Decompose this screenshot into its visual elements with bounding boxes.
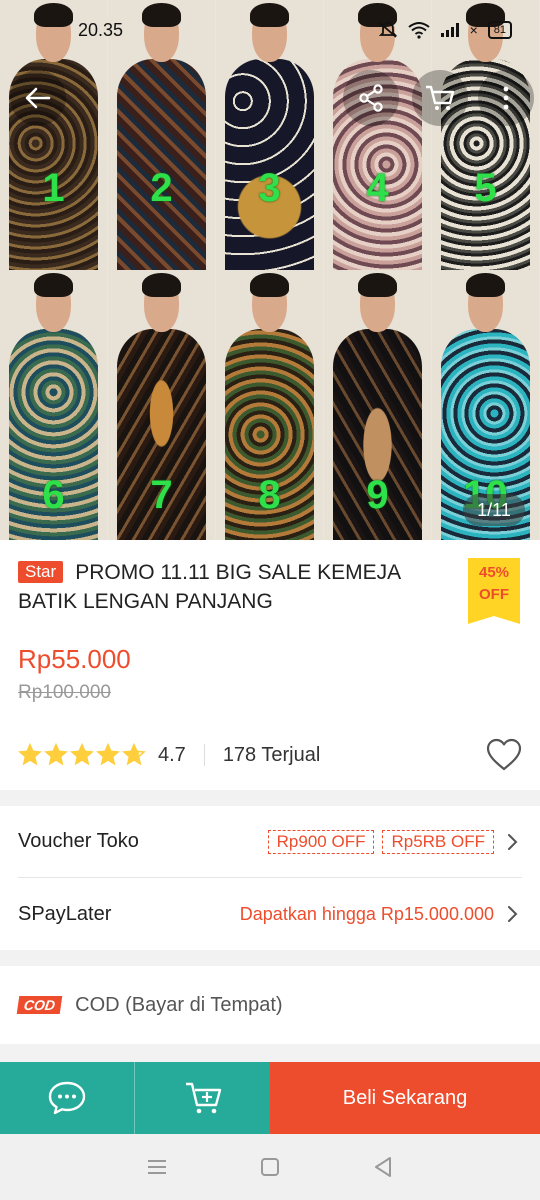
more-vertical-icon [503,86,509,110]
rating-value: 4.7 [158,743,186,766]
more-button[interactable] [478,70,534,126]
shirt-number: 5 [474,165,497,210]
spaylater-text: Dapatkan hingga Rp15.000.000 [239,903,494,924]
shirt-number: 6 [42,473,65,518]
battery-icon: 81 [487,21,512,39]
voucher-toko-row[interactable]: Voucher Toko Rp900 OFF Rp5RB OFF [18,806,522,878]
shirt-tile: 8 [216,270,324,540]
voucher-tag: Rp5RB OFF [382,829,494,854]
rating-stars [18,743,146,767]
favorite-button[interactable] [486,738,522,772]
status-time: 20.35 [78,19,124,40]
cart-button[interactable] [412,70,468,126]
shirt-tile: 6 [0,270,108,540]
back-button[interactable] [10,70,66,126]
voucher-tags: Rp900 OFF Rp5RB OFF [267,829,522,854]
top-nav [0,70,540,126]
discount-percent: 45% [478,564,510,581]
star-icon [96,743,120,766]
voucher-tag: Rp900 OFF [267,829,375,854]
product-title-row: Star PROMO 11.11 BIG SALE KEMEJA BATIK LE… [18,558,448,616]
spaylater-info: Dapatkan hingga Rp15.000.000 [240,904,522,925]
product-info: Star PROMO 11.11 BIG SALE KEMEJA BATIK LE… [0,540,540,790]
divider [203,744,205,766]
no-sim-icon: × [469,22,478,38]
action-bar: Beli Sekarang [0,1062,540,1134]
chevron-right-icon [508,833,518,850]
add-to-cart-icon [185,1082,221,1114]
status-bar: 20.35 × 81 [0,0,540,60]
shirt-number: 4 [366,165,389,210]
back-triangle-icon[interactable] [371,1155,395,1179]
cod-label: COD (Bayar di Tempat) [75,993,283,1016]
chat-button[interactable] [0,1062,135,1134]
product-title: PROMO 11.11 BIG SALE KEMEJA BATIK LENGAN… [18,561,401,613]
share-icon [359,84,383,112]
home-icon[interactable] [258,1155,282,1179]
shirt-number: 1 [42,165,65,210]
signal-icon [440,23,459,37]
menu-icon[interactable] [145,1155,169,1179]
add-to-cart-button[interactable] [135,1062,270,1134]
product-price: Rp55.000 [18,644,131,674]
voucher-card: Voucher Toko Rp900 OFF Rp5RB OFF SPayLat… [0,806,540,950]
cart-icon [426,85,455,110]
star-icon [18,743,42,766]
star-seller-badge: Star [18,561,64,583]
shirt-number: 3 [258,165,281,210]
image-counter: 1/11 [463,494,525,526]
discount-badge: 45% OFF [468,558,520,624]
shirt-tile: 7 [108,270,216,540]
spaylater-row[interactable]: SPayLater Dapatkan hingga Rp15.000.000 [18,878,522,950]
spaylater-label: SPayLater [18,902,112,925]
rating-row: 4.7 178 Terjual [18,738,522,772]
arrow-left-icon [25,87,51,109]
star-icon [122,743,146,766]
cod-icon: COD [16,996,63,1014]
sold-count: 178 Terjual [222,743,321,766]
star-icon [70,743,94,766]
shirt-number: 8 [258,473,281,518]
discount-label: OFF [479,586,509,603]
system-nav-bar [0,1134,540,1200]
shirt-tile: 9 [324,270,432,540]
cod-row[interactable]: COD COD (Bayar di Tempat) [0,966,540,1044]
status-icons: × 81 [378,21,512,39]
heart-icon [486,738,522,771]
mute-icon [378,22,397,38]
wifi-icon [407,22,430,39]
buy-now-button[interactable]: Beli Sekarang [270,1062,540,1134]
shirt-number: 2 [150,165,173,210]
shirt-number: 7 [150,473,173,518]
shirt-number: 9 [366,473,389,518]
chat-icon [48,1081,86,1115]
product-page: 1 2 3 4 5 6 7 8 9 10 20.35 × 81 [0,0,540,1200]
chevron-right-icon [508,906,518,922]
original-price: Rp100.000 [18,682,111,703]
voucher-label: Voucher Toko [18,830,139,852]
share-button[interactable] [343,70,399,126]
star-icon [44,743,68,766]
